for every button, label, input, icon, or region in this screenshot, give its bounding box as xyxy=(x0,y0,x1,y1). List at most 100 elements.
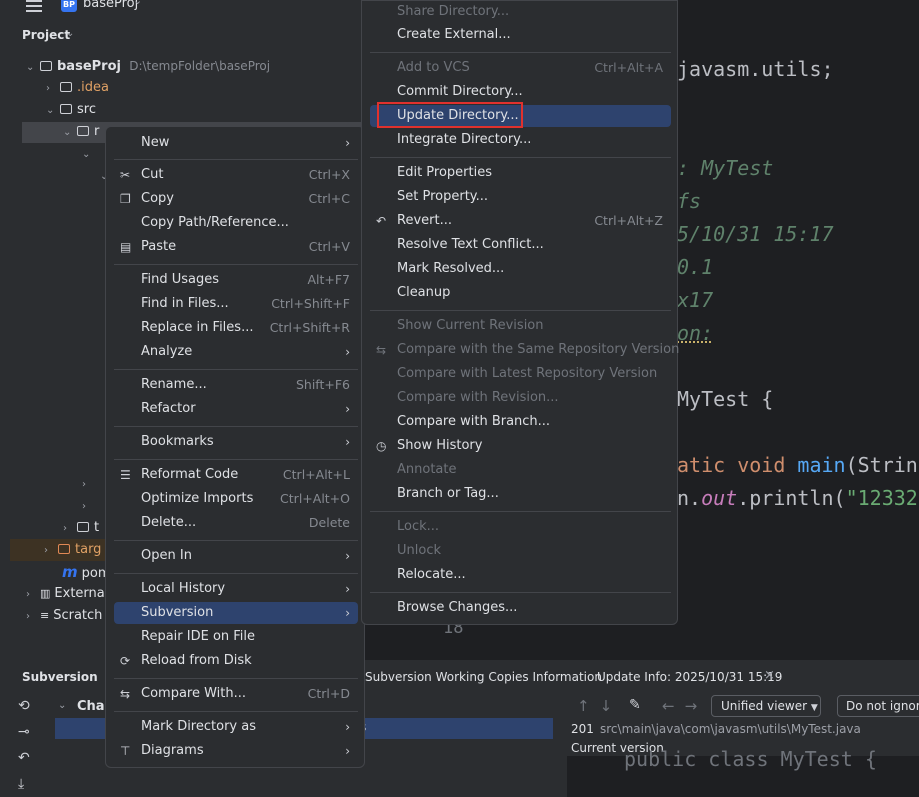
chevron-right-icon: › xyxy=(345,606,350,620)
menu-item-share-directory[interactable]: Share Directory... xyxy=(370,1,671,23)
chevron-down-icon[interactable]: ⌄ xyxy=(133,0,142,7)
chevron-down-icon[interactable]: ⌄ xyxy=(63,122,77,144)
menu-item-integrate-directory[interactable]: Integrate Directory... xyxy=(370,129,671,151)
folder-icon xyxy=(58,544,70,554)
tree-item-scratches[interactable]: › ≡ Scratch xyxy=(26,605,102,627)
menu-item-lock[interactable]: Lock... xyxy=(370,516,671,538)
menu-item-set-property[interactable]: Set Property... xyxy=(370,186,671,208)
tab-working-copies[interactable]: Subversion Working Copies Information xyxy=(365,670,602,684)
menu-item-reformat-code[interactable]: ☰ Reformat Code Ctrl+Alt+L xyxy=(114,464,358,486)
menu-item-new[interactable]: New › xyxy=(114,132,358,154)
menu-item-copy[interactable]: ❐ Copy Ctrl+C xyxy=(114,188,358,210)
menu-item-mark-directory-as[interactable]: Mark Directory as › xyxy=(114,716,358,738)
menu-item-mark-resolved[interactable]: Mark Resolved... xyxy=(370,258,671,280)
undo-icon[interactable]: ↶ xyxy=(18,750,30,766)
highlight-annotation xyxy=(377,102,523,128)
chevron-right-icon: › xyxy=(345,435,350,449)
chevron-down-icon[interactable]: ⌄ xyxy=(26,57,40,79)
main-menu-icon[interactable] xyxy=(26,0,42,12)
menu-item-delete[interactable]: Delete... Delete xyxy=(114,512,358,534)
menu-item-find-usages[interactable]: Find Usages Alt+F7 xyxy=(114,269,358,291)
tree-item-target[interactable]: › targ xyxy=(44,539,101,561)
tree-item-collapsed-1[interactable]: › xyxy=(82,473,96,495)
project-switcher[interactable]: baseProj xyxy=(83,0,138,11)
menu-item-compare-same-repo-version[interactable]: ⇆ Compare with the Same Repository Versio… xyxy=(370,339,679,361)
menu-item-bookmarks[interactable]: Bookmarks › xyxy=(114,431,358,453)
menu-item-diagrams[interactable]: ⊤ Diagrams › xyxy=(114,740,358,762)
chevron-down-icon[interactable]: ⌄ xyxy=(66,28,74,39)
menu-item-open-in[interactable]: Open In › xyxy=(114,545,358,567)
menu-item-local-history[interactable]: Local History › xyxy=(114,578,358,600)
chevron-right-icon[interactable]: › xyxy=(63,518,77,540)
subversion-panel-title: Subversion xyxy=(22,670,98,684)
tree-item-idea[interactable]: › .idea xyxy=(46,77,109,99)
chevron-right-icon[interactable]: › xyxy=(26,606,40,628)
menu-item-compare-with[interactable]: ⇆ Compare With... Ctrl+D xyxy=(114,683,358,705)
menu-item-commit-directory[interactable]: Commit Directory... xyxy=(370,81,671,103)
menu-item-optimize-imports[interactable]: Optimize Imports Ctrl+Alt+O xyxy=(114,488,358,510)
menu-item-compare-latest-repo-version[interactable]: Compare with Latest Repository Version xyxy=(370,363,671,385)
tree-item-pom[interactable]: m pom xyxy=(62,561,111,583)
menu-item-cleanup[interactable]: Cleanup xyxy=(370,282,671,304)
menu-item-resolve-text-conflict[interactable]: Resolve Text Conflict... xyxy=(370,234,671,256)
close-icon[interactable]: × xyxy=(764,668,775,683)
menu-item-repair-ide[interactable]: Repair IDE on File xyxy=(114,626,358,648)
menu-item-reload-from-disk[interactable]: ⟳ Reload from Disk xyxy=(114,650,358,672)
menu-item-cut[interactable]: ✂ Cut Ctrl+X xyxy=(114,164,358,186)
chevron-right-icon[interactable]: › xyxy=(82,496,96,518)
download-icon[interactable]: ⤓ xyxy=(18,776,24,792)
chevron-right-icon[interactable]: › xyxy=(26,584,40,606)
menu-separator xyxy=(114,159,358,160)
menu-item-relocate[interactable]: Relocate... xyxy=(370,564,671,586)
tree-item-test[interactable]: › t xyxy=(63,517,99,539)
menu-separator xyxy=(114,426,358,427)
diff-history-arrows-icon[interactable]: ←→ xyxy=(662,697,707,715)
menu-item-add-to-vcs[interactable]: Add to VCS Ctrl+Alt+A xyxy=(370,57,671,79)
menu-item-edit-properties[interactable]: Edit Properties xyxy=(370,162,671,184)
diff-navigation-icons[interactable]: ↑↓ xyxy=(577,697,622,715)
chevron-down-icon[interactable]: ⌄ xyxy=(82,144,96,166)
menu-item-analyze[interactable]: Analyze › xyxy=(114,341,358,363)
menu-item-refactor[interactable]: Refactor › xyxy=(114,398,358,420)
reload-icon: ⟳ xyxy=(120,654,131,668)
menu-item-show-current-revision[interactable]: Show Current Revision xyxy=(370,315,671,337)
chevron-right-icon[interactable]: › xyxy=(46,78,60,100)
menu-item-create-external[interactable]: Create External... xyxy=(370,24,671,46)
tab-update-info[interactable]: Update Info: 2025/10/31 15:19 xyxy=(597,670,782,684)
menu-item-compare-with-branch[interactable]: Compare with Branch... xyxy=(370,411,671,433)
chevron-down-icon[interactable]: ⌄ xyxy=(46,100,60,122)
menu-item-rename[interactable]: Rename... Shift+F6 xyxy=(114,374,358,396)
menu-item-browse-changes[interactable]: Browse Changes... xyxy=(370,597,671,619)
scratch-icon: ≡ xyxy=(40,609,50,622)
menu-item-revert[interactable]: ↶ Revert... Ctrl+Alt+Z xyxy=(370,210,671,232)
maven-icon: m xyxy=(62,563,78,581)
project-panel-title[interactable]: Project xyxy=(22,28,70,42)
chevron-right-icon[interactable]: › xyxy=(44,540,58,562)
menu-item-paste[interactable]: ▤ Paste Ctrl+V xyxy=(114,236,358,258)
menu-item-subversion[interactable]: Subversion › xyxy=(114,602,358,624)
tree-item-baseproj[interactable]: ⌄ baseProj D:\tempFolder\baseProj xyxy=(26,55,270,77)
menu-item-compare-with-revision[interactable]: Compare with Revision... xyxy=(370,387,671,409)
folder-icon xyxy=(77,522,89,532)
menu-item-replace-in-files[interactable]: Replace in Files... Ctrl+Shift+R xyxy=(114,317,358,339)
code-line: x17 xyxy=(677,288,714,312)
menu-item-copy-path[interactable]: Copy Path/Reference... xyxy=(114,212,358,234)
menu-item-unlock[interactable]: Unlock xyxy=(370,540,671,562)
menu-item-find-in-files[interactable]: Find in Files... Ctrl+Shift+F xyxy=(114,293,358,315)
chevron-right-icon[interactable]: › xyxy=(82,474,96,496)
tree-item-collapsed-2[interactable]: › xyxy=(82,495,96,517)
refresh-icon[interactable]: ⟲ xyxy=(18,698,30,714)
menu-item-branch-or-tag[interactable]: Branch or Tag... xyxy=(370,483,671,505)
copy-icon: ❐ xyxy=(120,192,131,206)
commit-icon[interactable]: ⊸ xyxy=(18,724,30,740)
menu-item-show-history[interactable]: ◷ Show History xyxy=(370,435,671,457)
tree-item-java[interactable]: ⌄ xyxy=(82,143,96,165)
edit-icon[interactable]: ✎ xyxy=(629,697,641,713)
tree-item-src[interactable]: ⌄ src xyxy=(46,99,96,121)
tree-item-external-libraries[interactable]: › ▥ Externa xyxy=(26,583,105,605)
whitespace-ignore-select[interactable]: Do not ignore xyxy=(837,695,919,717)
menu-item-annotate[interactable]: Annotate xyxy=(370,459,671,481)
viewer-mode-select[interactable]: Unified viewer ▼ xyxy=(711,695,821,717)
chevron-down-icon[interactable]: ⌄ xyxy=(58,700,66,711)
tree-item-main[interactable]: ⌄ r xyxy=(63,121,99,143)
